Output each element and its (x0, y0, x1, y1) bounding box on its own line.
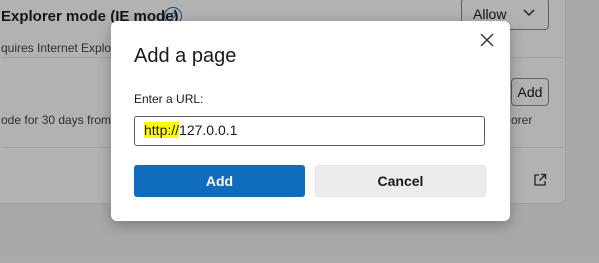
close-icon[interactable] (478, 31, 496, 49)
add-button[interactable]: Add (134, 165, 305, 197)
url-input[interactable]: http://127.0.0.1 (134, 116, 485, 146)
cancel-button[interactable]: Cancel (315, 165, 486, 197)
add-page-dialog: Add a page Enter a URL: http://127.0.0.1… (111, 21, 510, 221)
url-label: Enter a URL: (134, 92, 204, 106)
url-value: 127.0.0.1 (179, 122, 238, 138)
dialog-title: Add a page (134, 45, 237, 67)
url-value-highlighted: http:// (144, 122, 180, 138)
